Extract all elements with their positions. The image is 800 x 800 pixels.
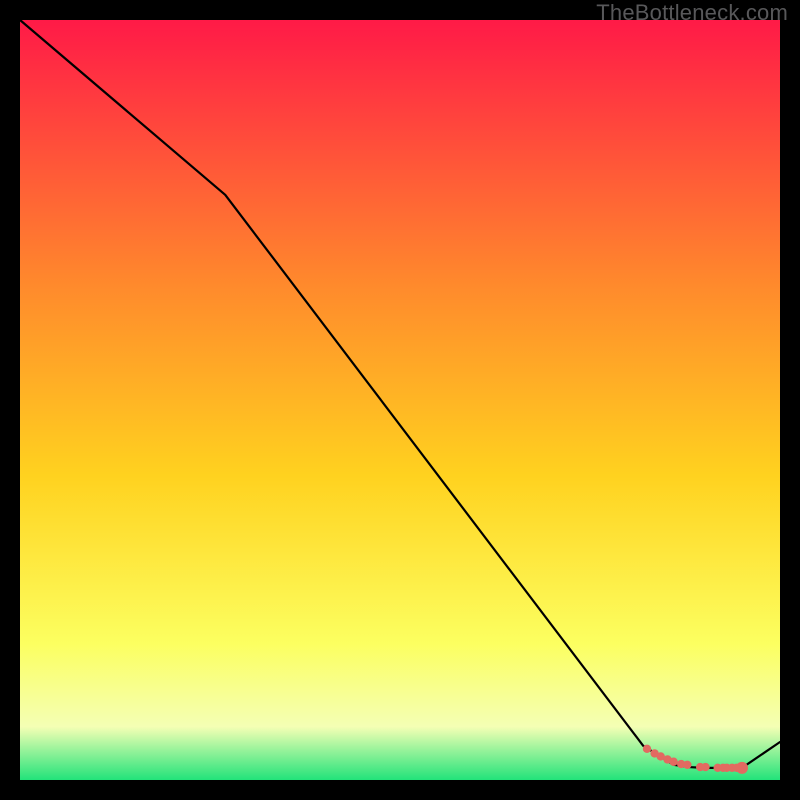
chart-canvas (0, 0, 800, 800)
marker-dot (701, 763, 709, 771)
chart-frame: TheBottleneck.com (0, 0, 800, 800)
watermark-label: TheBottleneck.com (596, 0, 788, 26)
marker-dot (669, 758, 677, 766)
marker-dot (643, 745, 651, 753)
big-marker (736, 762, 748, 774)
marker-dot (683, 761, 691, 769)
gradient-background (20, 20, 780, 780)
